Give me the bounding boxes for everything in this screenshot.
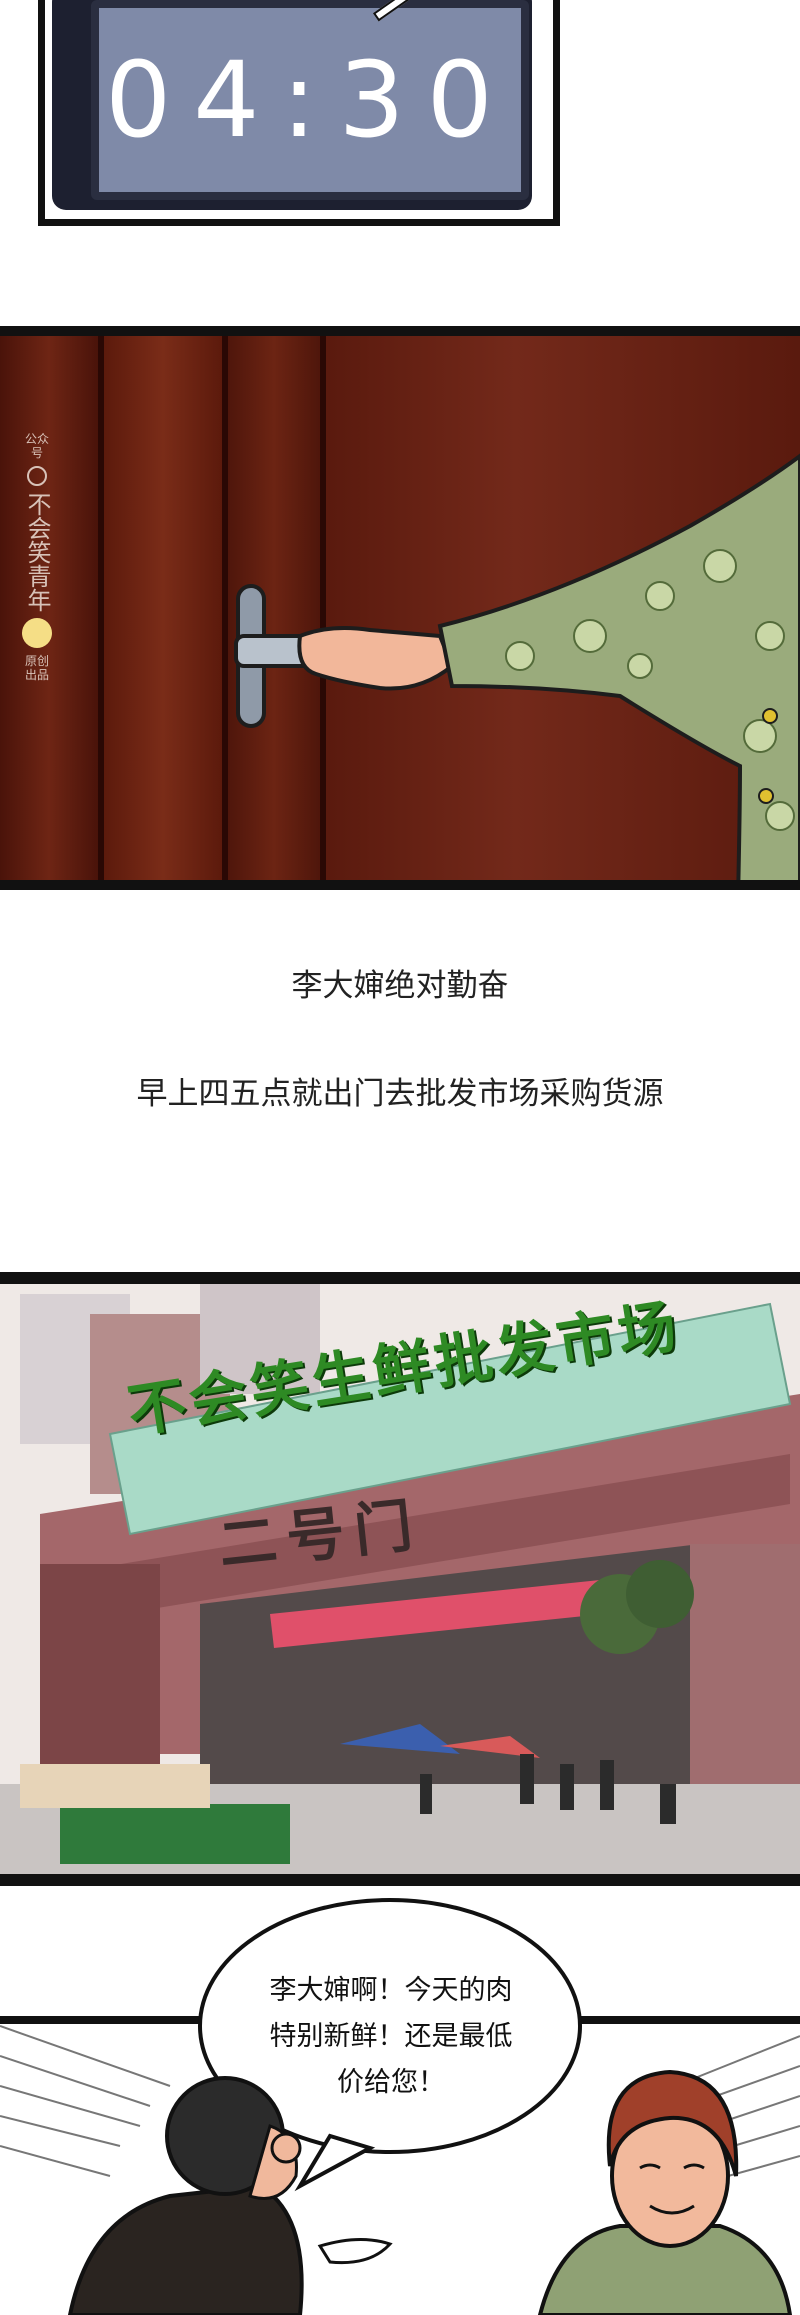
watermark: 公众号 不会笑青年 原创出品 [20, 432, 54, 682]
hand-on-handle-illustration [234, 453, 800, 880]
speech-line-2: 特别新鲜！还是最低 [269, 2021, 513, 2052]
door-panel: 公众号 不会笑青年 原创出品 [0, 326, 800, 890]
clock-screen: 04:30 [91, 0, 529, 200]
button [758, 788, 774, 804]
watermark-top-label: 公众号 [24, 432, 49, 460]
speech-text: 李大婶啊！今天的肉 特别新鲜！还是最低 价给您！ [226, 1968, 556, 2106]
speech-line-3: 价给您！ [337, 2067, 445, 2098]
watermark-bottom-label: 原创出品 [24, 654, 49, 682]
li-dashen-woman [537, 2069, 793, 2315]
narration-line-1: 李大婶绝对勤奋 [291, 968, 509, 1004]
speech-line-1: 李大婶啊！今天的肉 [269, 1975, 513, 2006]
narration-line-2: 早上四五点就出门去批发市场采购货源 [136, 1076, 664, 1112]
clock-time: 04:30 [105, 39, 515, 161]
watermark-name: 不会笑青年 [23, 492, 51, 612]
patterned-sleeve [437, 453, 800, 880]
button [762, 708, 778, 724]
logo-dot-icon [22, 618, 52, 648]
speech-bubble-tail [294, 2133, 376, 2192]
hand [297, 626, 455, 691]
at-icon [27, 466, 47, 486]
